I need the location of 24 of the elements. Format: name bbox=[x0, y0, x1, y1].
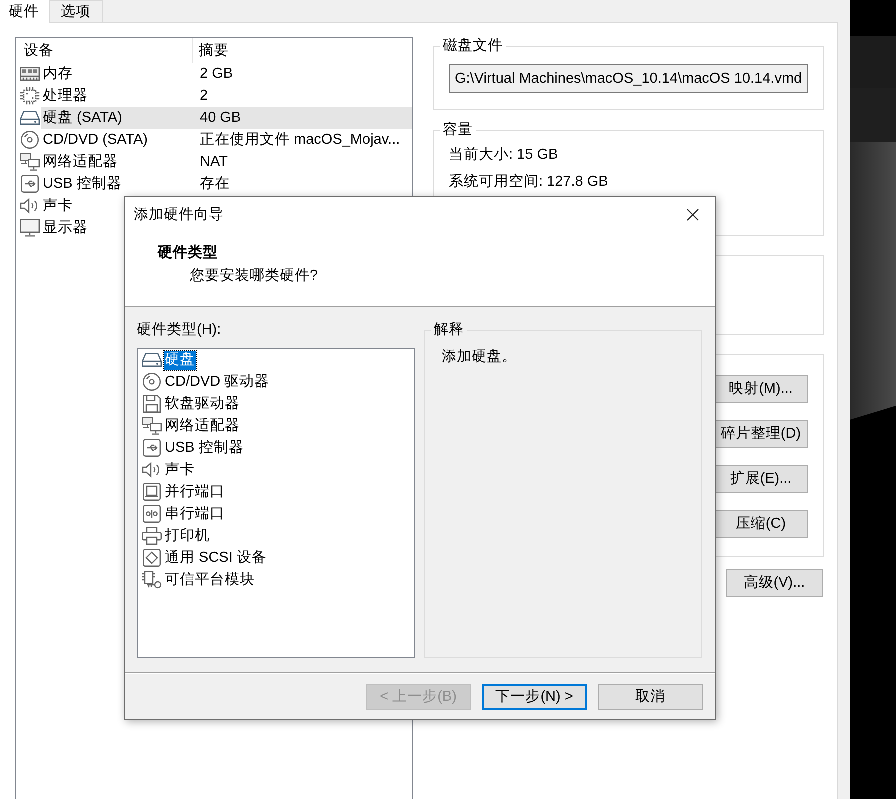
group-title: 磁盘文件 bbox=[442, 37, 504, 55]
step-heading: 硬件类型 bbox=[158, 244, 219, 262]
dialog-title: 添加硬件向导 bbox=[134, 206, 225, 224]
device-name: 显示器 bbox=[43, 219, 88, 237]
group-title: 容量 bbox=[442, 121, 474, 139]
device-summary: 40 GB bbox=[200, 109, 242, 127]
list-label: 硬件类型(H): bbox=[137, 321, 222, 339]
device-summary: 2 GB bbox=[200, 65, 234, 83]
device-name: 处理器 bbox=[43, 87, 88, 105]
device-name: USB 控制器 bbox=[43, 175, 122, 193]
device-summary: 2 bbox=[200, 87, 208, 105]
device-name: 网络适配器 bbox=[43, 153, 118, 171]
device-name: CD/DVD (SATA) bbox=[43, 131, 148, 149]
device-summary: 正在使用文件 macOS_Mojav... bbox=[200, 131, 400, 149]
device-name: 内存 bbox=[43, 65, 73, 83]
explanation-text: 添加硬盘。 bbox=[441, 348, 518, 366]
device-name: 声卡 bbox=[43, 197, 73, 215]
step-description: 您要安装哪类硬件? bbox=[190, 267, 320, 285]
capacity-info: 当前大小: 15 GB bbox=[449, 146, 560, 165]
capacity-info: 系统可用空间: 127.8 GB bbox=[449, 173, 610, 192]
device-summary: 存在 bbox=[200, 175, 230, 193]
device-name: 硬盘 (SATA) bbox=[43, 109, 122, 127]
device-summary: NAT bbox=[200, 153, 228, 171]
group-title: 解释 bbox=[433, 321, 465, 339]
